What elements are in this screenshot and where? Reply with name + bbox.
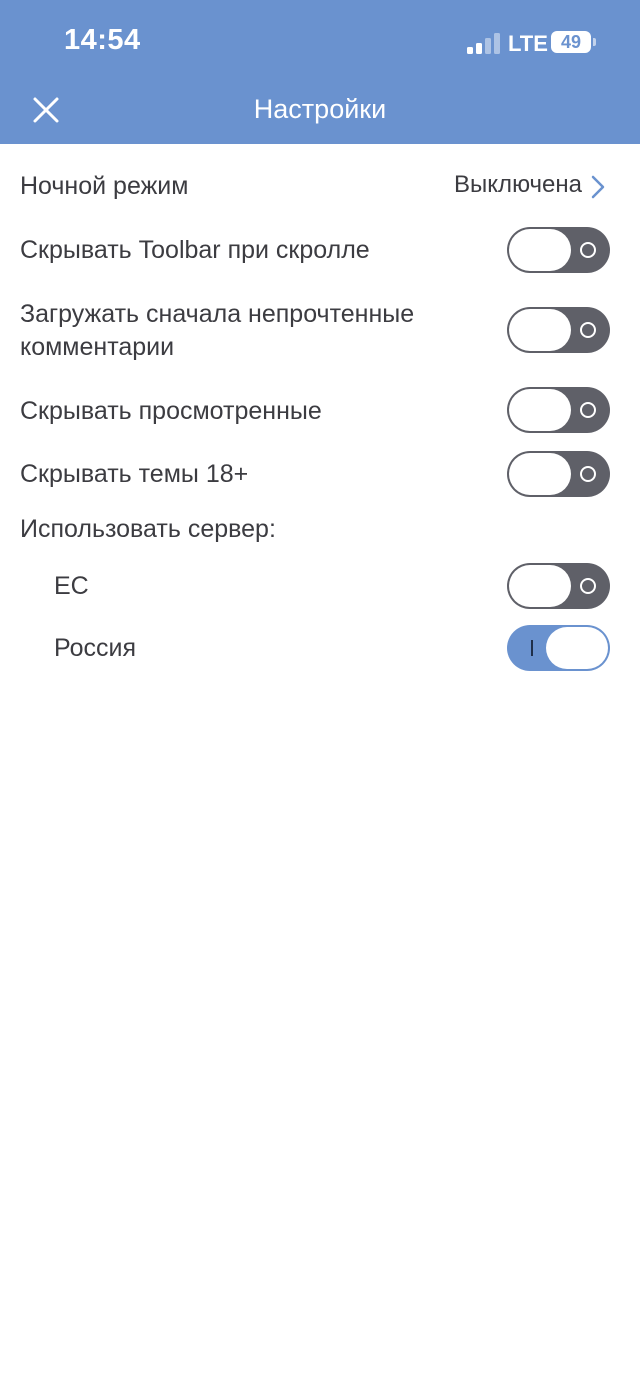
load-unread-label: Загружать сначала непрочтенные комментар…	[20, 298, 414, 364]
toggle-off-indicator-icon	[580, 402, 596, 418]
signal-strength-icon	[467, 32, 501, 54]
navigation-header: 14:54 LTE 49 Настройки	[0, 0, 640, 144]
hide-toolbar-label: Скрывать Toolbar при скролле	[20, 236, 370, 264]
hide-toolbar-toggle[interactable]	[507, 227, 610, 273]
toggle-on-indicator-icon	[531, 640, 533, 656]
toggle-knob	[509, 389, 571, 431]
server-section-label: Использовать сервер:	[20, 515, 276, 543]
toggle-off-indicator-icon	[580, 322, 596, 338]
toggle-knob	[509, 453, 571, 495]
server-eu-toggle[interactable]	[507, 563, 610, 609]
toggle-knob	[546, 627, 608, 669]
chevron-right-icon[interactable]	[590, 174, 606, 200]
load-unread-label-line2: комментарии	[20, 333, 175, 361]
toggle-off-indicator-icon	[580, 242, 596, 258]
toggle-knob	[509, 309, 571, 351]
battery-tip	[593, 38, 596, 46]
hide-18-toggle[interactable]	[507, 451, 610, 497]
server-eu-label: ЕС	[54, 572, 89, 600]
toggle-knob	[509, 565, 571, 607]
hide-18-label: Скрывать темы 18+	[20, 460, 249, 488]
toggle-off-indicator-icon	[580, 578, 596, 594]
toggle-off-indicator-icon	[580, 466, 596, 482]
page-title: Настройки	[253, 94, 387, 124]
hide-viewed-toggle[interactable]	[507, 387, 610, 433]
night-mode-value[interactable]: Выключена	[454, 171, 582, 199]
load-unread-toggle[interactable]	[507, 307, 610, 353]
status-time: 14:54	[64, 24, 141, 56]
server-russia-label: Россия	[54, 634, 136, 662]
night-mode-label: Ночной режим	[20, 172, 189, 200]
battery-level: 49	[560, 32, 582, 52]
toggle-knob	[509, 229, 571, 271]
hide-viewed-label: Скрывать просмотренные	[20, 397, 322, 425]
load-unread-label-line1: Загружать сначала непрочтенные	[20, 300, 415, 328]
battery-icon: 49	[551, 31, 591, 53]
server-russia-toggle[interactable]	[507, 625, 610, 671]
network-type: LTE	[508, 31, 548, 56]
